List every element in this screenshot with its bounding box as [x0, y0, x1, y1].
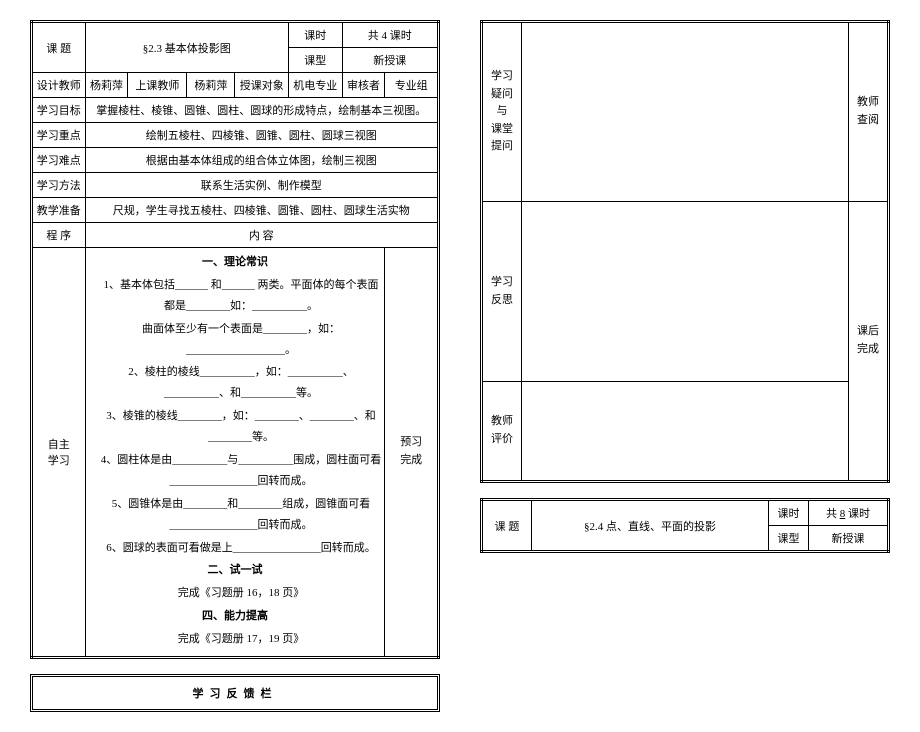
topic2-label: 课 题: [482, 500, 532, 552]
reflection-label: 学习 反思: [482, 202, 522, 382]
content-line: 1、基本体包括______ 和______ 两类。平面体的每个表面都是_____…: [89, 275, 382, 317]
content-line: 5、圆锥体是由________和________组成，圆锥面可看________…: [89, 494, 382, 536]
reflection-content: [522, 202, 849, 382]
period-label: 课时: [289, 22, 343, 48]
method-label: 学习方法: [32, 173, 86, 198]
question-label: 学习 疑问 与 课堂 提问: [482, 22, 522, 202]
lecturer-value: 杨莉萍: [187, 73, 235, 98]
period-num: 8: [840, 508, 846, 520]
content-line: 3、棱锥的棱线________，如：________、________、和___…: [89, 406, 382, 448]
section1-title: 一、理论常识: [89, 252, 382, 273]
audience-label: 授课对象: [235, 73, 289, 98]
feedback-title-box: 学习反馈栏: [30, 674, 440, 712]
keypoint-value: 绘制五棱柱、四棱锥、圆锥、圆柱、圆球三视图: [85, 123, 438, 148]
difficulty-value: 根据由基本体组成的组合体立体图，绘制三视图: [85, 148, 438, 173]
content-header: 内 容: [85, 223, 438, 248]
difficulty-label: 学习难点: [32, 148, 86, 173]
lesson-plan-table: 课 题 §2.3 基本体投影图 课时 共 4 课时 课型 新授课 设计教师 杨莉…: [30, 20, 440, 659]
teacher-eval-label: 教师 评价: [482, 382, 522, 482]
reviewer-label: 审核者: [342, 73, 385, 98]
next-lesson-header: 课 题 §2.4 点、直线、平面的投影 课时 共 8 课时 课型 新授课: [480, 498, 890, 553]
designer-value: 杨莉萍: [85, 73, 128, 98]
keypoint-label: 学习重点: [32, 123, 86, 148]
goal-label: 学习目标: [32, 98, 86, 123]
type-label: 课型: [289, 48, 343, 73]
goal-value: 掌握棱柱、棱锥、圆锥、圆柱、圆球的形成特点，绘制基本三视图。: [85, 98, 438, 123]
section2-title: 二、试一试: [89, 560, 382, 581]
designer-label: 设计教师: [32, 73, 86, 98]
content-body: 一、理论常识 1、基本体包括______ 和______ 两类。平面体的每个表面…: [85, 248, 385, 658]
section3-title: 四、能力提高: [89, 606, 382, 627]
period2-label: 课时: [769, 500, 809, 526]
period-value: 共 4 课时: [342, 22, 438, 48]
type-value: 新授课: [342, 48, 438, 73]
preview-label: 预习 完成: [385, 248, 439, 658]
teacher-review-label: 教师 查阅: [849, 22, 889, 202]
reviewer-value: 专业组: [385, 73, 439, 98]
feedback-table: 学习 疑问 与 课堂 提问 教师 查阅 学习 反思 课后 完成 教师 评价: [480, 20, 890, 483]
teacher-eval-content: [522, 382, 849, 482]
content-line: 4、圆柱体是由__________与__________围成，圆柱面可看____…: [89, 450, 382, 492]
topic2-value: §2.4 点、直线、平面的投影: [532, 500, 769, 552]
after-class-label: 课后 完成: [849, 202, 889, 482]
prep-value: 尺规，学生寻找五棱柱、四棱锥、圆锥、圆柱、圆球生活实物: [85, 198, 438, 223]
type2-label: 课型: [769, 526, 809, 552]
content-line: 曲面体至少有一个表面是________，如：__________________…: [89, 319, 382, 361]
left-page: 课 题 §2.3 基本体投影图 课时 共 4 课时 课型 新授课 设计教师 杨莉…: [30, 20, 440, 712]
period-pre: 共: [826, 508, 837, 520]
feedback-title: 学习反馈栏: [193, 688, 278, 700]
period-suf: 课时: [848, 508, 870, 520]
content-line: 完成《习题册 16，18 页》: [89, 583, 382, 604]
audience-value: 机电专业: [289, 73, 343, 98]
seq-label: 程 序: [32, 223, 86, 248]
content-line: 6、圆球的表面可看做是上________________回转而成。: [89, 538, 382, 559]
self-study-label: 自主 学习: [32, 248, 86, 658]
right-page: 学习 疑问 与 课堂 提问 教师 查阅 学习 反思 课后 完成 教师 评价 课 …: [480, 20, 890, 712]
topic-value: §2.3 基本体投影图: [85, 22, 288, 73]
type2-value: 新授课: [809, 526, 889, 552]
content-line: 2、棱柱的棱线__________，如：__________、_________…: [89, 362, 382, 404]
prep-label: 教学准备: [32, 198, 86, 223]
question-content: [522, 22, 849, 202]
period2-value: 共 8 课时: [809, 500, 889, 526]
method-value: 联系生活实例、制作模型: [85, 173, 438, 198]
lecturer-label: 上课教师: [128, 73, 187, 98]
topic-label: 课 题: [32, 22, 86, 73]
